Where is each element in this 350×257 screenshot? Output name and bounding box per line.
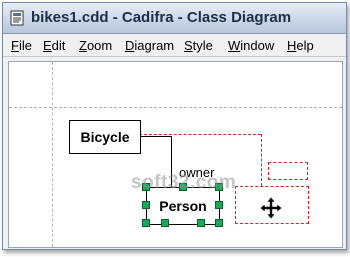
selection-handle-bottom-center-left[interactable] — [161, 219, 169, 227]
window-title: bikes1.cdd - Cadifra - Class Diagram — [31, 9, 292, 26]
menu-window[interactable]: Window — [228, 38, 274, 53]
page-guide-horizontal — [9, 107, 342, 108]
drag-preview-label-box — [268, 162, 308, 180]
app-icon — [10, 10, 24, 26]
menu-diagram[interactable]: Diagram — [125, 38, 174, 53]
association-line-horizontal[interactable] — [139, 136, 172, 137]
menu-edit[interactable]: Edit — [43, 38, 65, 53]
menu-zoom[interactable]: Zoom — [79, 38, 112, 53]
title-bar[interactable]: bikes1.cdd - Cadifra - Class Diagram — [3, 3, 346, 34]
class-box-bicycle[interactable]: Bicycle — [69, 120, 141, 154]
menu-style[interactable]: Style — [184, 38, 213, 53]
menu-help[interactable]: Help — [287, 38, 314, 53]
watermark: soft32.com — [131, 172, 237, 193]
selection-handle-bottom-center-right[interactable] — [197, 219, 205, 227]
app-window: bikes1.cdd - Cadifra - Class Diagram Fil… — [2, 2, 347, 250]
menu-bar: File Edit Zoom Diagram Style Window Help — [3, 34, 346, 57]
selection-handle-bottom-left[interactable] — [142, 219, 150, 227]
page-guide-vertical — [52, 62, 53, 247]
drag-preview-association-horizontal — [139, 134, 261, 135]
selection-handle-bottom-right[interactable] — [215, 219, 223, 227]
move-cursor-icon — [260, 197, 282, 219]
selection-handle-middle-left[interactable] — [142, 201, 150, 209]
class-name-bicycle: Bicycle — [80, 129, 130, 145]
selection-handle-middle-right[interactable] — [215, 201, 223, 209]
class-name-person: Person — [159, 198, 207, 214]
menu-file[interactable]: File — [11, 38, 32, 53]
drag-preview-association-vertical — [261, 134, 262, 186]
diagram-canvas[interactable]: owner Bicycle Person soft32.com — [8, 61, 343, 248]
